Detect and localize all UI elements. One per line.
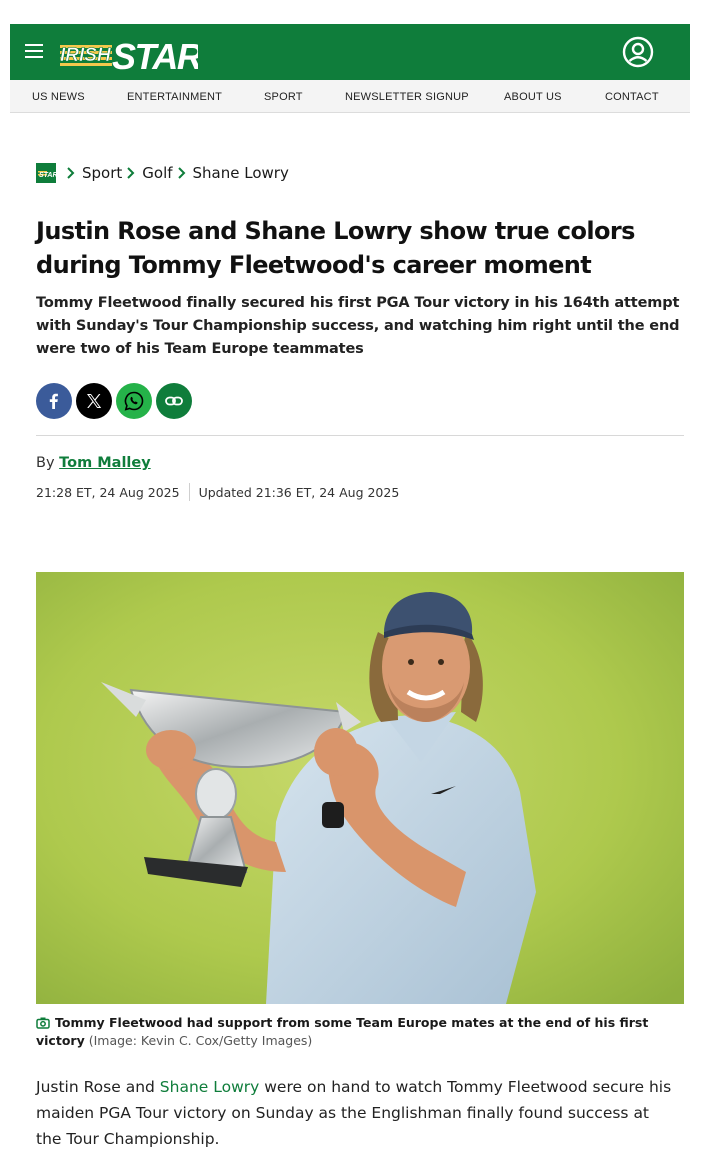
nav-us-news[interactable]: US NEWS bbox=[32, 91, 85, 103]
breadcrumb: STAR Sport Golf Shane Lowry bbox=[36, 162, 289, 184]
author-link[interactable]: Tom Malley bbox=[59, 455, 151, 471]
published-time: 21:28 ET, 24 Aug 2025 bbox=[36, 484, 180, 500]
article-body-paragraph: Justin Rose and Shane Lowry were on hand… bbox=[36, 1074, 676, 1152]
svg-text:IRISH: IRISH bbox=[60, 45, 112, 66]
image-caption: Tommy Fleetwood had support from some Te… bbox=[36, 1014, 676, 1050]
nav-about-us[interactable]: ABOUT US bbox=[504, 91, 562, 103]
share-buttons bbox=[36, 383, 192, 419]
caption-credit: (Image: Kevin C. Cox/Getty Images) bbox=[88, 1033, 313, 1048]
svg-text:STAR: STAR bbox=[39, 172, 56, 179]
facebook-icon bbox=[49, 393, 58, 409]
nav-entertainment[interactable]: ENTERTAINMENT bbox=[127, 91, 222, 103]
site-header: IRISH STAR bbox=[10, 24, 690, 80]
chevron-right-icon bbox=[177, 167, 185, 179]
nav-contact[interactable]: CONTACT bbox=[605, 91, 659, 103]
home-logo-icon[interactable]: STAR bbox=[36, 163, 56, 183]
byline-prefix: By bbox=[36, 455, 60, 471]
hamburger-menu-icon[interactable] bbox=[25, 44, 43, 58]
link-icon bbox=[165, 396, 183, 406]
article-dates: 21:28 ET, 24 Aug 2025 Updated 21:36 ET, … bbox=[36, 483, 399, 501]
breadcrumb-shane-lowry[interactable]: Shane Lowry bbox=[193, 164, 289, 182]
camera-icon bbox=[36, 1017, 50, 1029]
x-icon bbox=[87, 394, 102, 408]
hero-image bbox=[36, 572, 684, 1004]
user-account-icon[interactable] bbox=[622, 36, 654, 68]
date-separator bbox=[188, 483, 190, 501]
divider bbox=[36, 435, 684, 436]
facebook-share-button[interactable] bbox=[36, 383, 72, 419]
irish-star-logo[interactable]: IRISH STAR bbox=[58, 31, 198, 73]
main-navigation: US NEWS ENTERTAINMENT SPORT NEWSLETTER S… bbox=[10, 80, 690, 113]
article-byline: By Tom Malley bbox=[36, 455, 151, 471]
chevron-right-icon bbox=[127, 167, 135, 179]
chevron-right-icon bbox=[67, 167, 75, 179]
nav-sport[interactable]: SPORT bbox=[264, 91, 303, 103]
breadcrumb-golf[interactable]: Golf bbox=[142, 164, 172, 182]
breadcrumb-sport[interactable]: Sport bbox=[82, 164, 122, 182]
updated-time: Updated 21:36 ET, 24 Aug 2025 bbox=[198, 484, 400, 500]
nav-newsletter-signup[interactable]: NEWSLETTER SIGNUP bbox=[345, 91, 469, 103]
whatsapp-icon bbox=[124, 391, 144, 411]
copy-link-button[interactable] bbox=[156, 383, 192, 419]
svg-text:STAR: STAR bbox=[112, 36, 198, 73]
shane-lowry-link[interactable]: Shane Lowry bbox=[160, 1078, 260, 1096]
golfer-trophy-photo bbox=[36, 572, 684, 1004]
whatsapp-share-button[interactable] bbox=[116, 383, 152, 419]
body-text-start: Justin Rose and bbox=[36, 1078, 160, 1096]
article-headline: Justin Rose and Shane Lowry show true co… bbox=[36, 217, 635, 279]
article-standfirst: Tommy Fleetwood finally secured his firs… bbox=[36, 295, 680, 357]
x-share-button[interactable] bbox=[76, 383, 112, 419]
